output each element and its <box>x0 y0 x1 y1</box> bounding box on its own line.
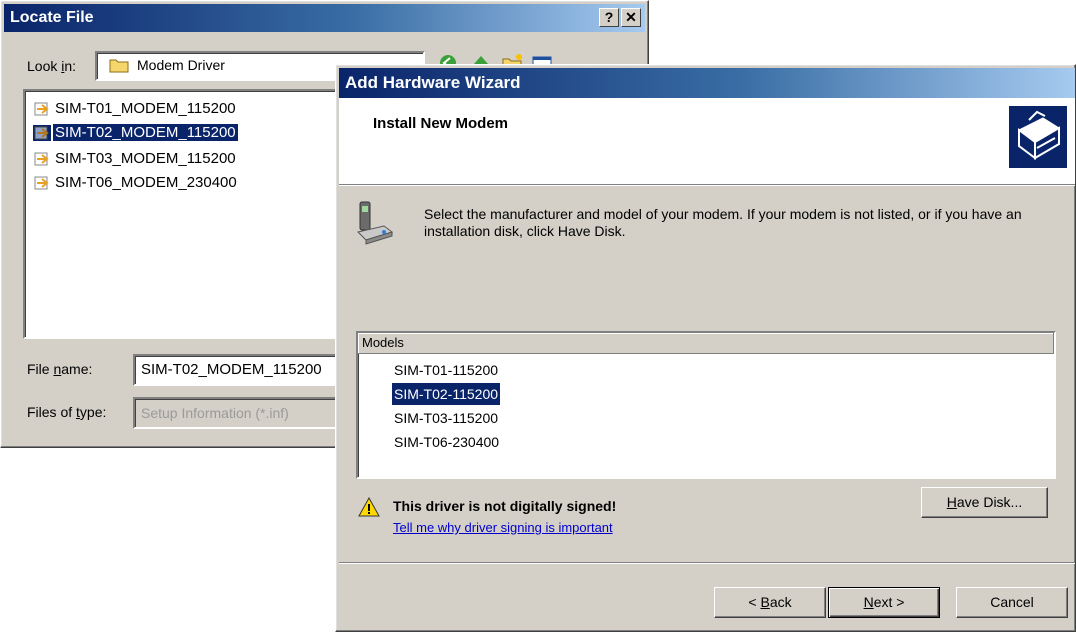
file-list-item[interactable]: SIM-T06_MODEM_230400 <box>33 171 239 193</box>
warning-text: This driver is not digitally signed! <box>393 498 617 514</box>
next-button[interactable]: Next > <box>828 587 940 618</box>
models-list[interactable]: Models SIM-T01-115200 SIM-T02-115200 SIM… <box>356 331 1056 479</box>
models-column-header[interactable]: Models <box>358 333 1054 354</box>
folder-icon <box>109 57 129 73</box>
wizard-title: Add Hardware Wizard <box>345 73 521 92</box>
back-button[interactable]: < Back <box>714 587 826 618</box>
close-button[interactable]: ✕ <box>621 8 641 27</box>
footer-divider <box>339 562 1075 564</box>
look-in-label: Look in: <box>27 58 77 74</box>
phone-modem-icon <box>354 200 394 246</box>
file-list[interactable]: SIM-T01_MODEM_115200 SIM-T02_MODEM_11520… <box>23 89 341 339</box>
have-disk-button[interactable]: Have Disk... <box>921 487 1048 518</box>
setup-file-icon <box>33 125 51 142</box>
file-list-item[interactable]: SIM-T01_MODEM_115200 <box>33 97 238 119</box>
model-list-item[interactable]: SIM-T01-115200 <box>392 359 500 381</box>
file-list-item[interactable]: SIM-T02_MODEM_115200 <box>33 121 239 143</box>
setup-file-icon <box>33 151 51 167</box>
files-of-type-combobox[interactable]: Setup Information (*.inf) <box>133 397 343 429</box>
warning-icon <box>358 496 380 517</box>
files-of-type-label: Files of type: <box>27 404 107 420</box>
help-button[interactable]: ? <box>599 8 619 27</box>
wizard-instruction: Select the manufacturer and model of you… <box>424 206 1022 239</box>
hardware-wizard-icon <box>1009 106 1067 168</box>
add-hardware-wizard: Add Hardware Wizard Install New Modem Se… <box>335 64 1076 632</box>
wizard-heading: Install New Modem <box>373 115 509 132</box>
file-name-input[interactable]: SIM-T02_MODEM_115200 <box>133 354 343 386</box>
locate-file-title: Locate File <box>10 9 94 26</box>
file-name-label: File name: <box>27 361 93 377</box>
header-divider <box>339 185 1075 186</box>
model-list-item[interactable]: SIM-T03-115200 <box>392 407 500 429</box>
locate-file-titlebar[interactable]: Locate File ? ✕ <box>4 4 645 32</box>
driver-signing-link[interactable]: Tell me why driver signing is important <box>393 520 613 535</box>
file-list-item[interactable]: SIM-T03_MODEM_115200 <box>33 147 238 169</box>
setup-file-icon <box>33 175 51 191</box>
cancel-button[interactable]: Cancel <box>956 587 1068 618</box>
look-in-value: Modem Driver <box>137 57 225 73</box>
model-list-item[interactable]: SIM-T02-115200 <box>390 382 502 406</box>
setup-file-icon <box>33 101 51 117</box>
wizard-titlebar[interactable]: Add Hardware Wizard <box>339 68 1075 98</box>
wizard-header: Install New Modem <box>339 98 1075 185</box>
model-list-item[interactable]: SIM-T06-230400 <box>392 431 501 453</box>
